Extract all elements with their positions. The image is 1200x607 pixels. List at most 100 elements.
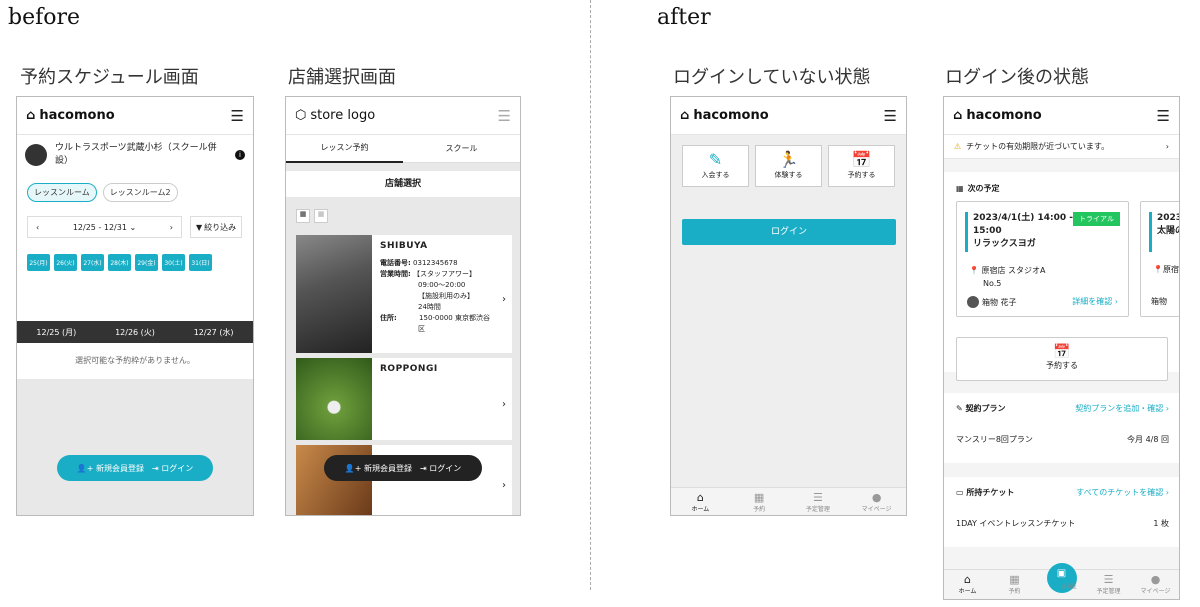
pencil-icon: ✎ (708, 150, 723, 169)
schedule-panel: レッスンルーム レッスンルーム2 ‹ 12/25 - 12/31 ⌄ › ▼ 絞り… (17, 175, 253, 335)
before-label: before (8, 5, 81, 30)
nav-schedule[interactable]: ☰ 予定管理 (795, 491, 840, 513)
date-controls: ‹ 12/25 - 12/31 ⌄ › ▼ 絞り込み (27, 216, 243, 238)
header: ⌂ hacomono ☰ (17, 97, 253, 135)
nav-schedule[interactable]: ☰ 予定管理 (1086, 573, 1131, 595)
store-image (296, 235, 372, 353)
logo-icon: ⌂ (680, 108, 690, 123)
running-icon: 🏃 (778, 150, 799, 169)
chevron-left-icon[interactable]: ‹ (36, 223, 39, 232)
nav-mypage[interactable]: ● マイページ (854, 491, 899, 513)
grid-view-icon[interactable]: ▦ (314, 209, 328, 223)
store-logo: ⬡ store logo (295, 108, 376, 123)
logo: ⌂ hacomono (26, 108, 115, 123)
filter-icon: ▼ (196, 222, 203, 232)
add-user-icon: 👤+ (344, 463, 362, 473)
tabs: レッスン予約 スクール (286, 135, 520, 163)
chevron-right-icon: › (502, 480, 506, 491)
tab-lesson[interactable]: レッスン予約 (286, 135, 403, 163)
event-card[interactable]: 2023太陽の 📍原宿 箱物 (1140, 201, 1179, 317)
day-button[interactable]: 30(土) (162, 254, 185, 271)
room-tabs: レッスンルーム レッスンルーム2 (27, 183, 243, 202)
chevron-right-icon: › (1165, 142, 1169, 151)
logo: ⌂ hacomono (953, 108, 1042, 123)
login-icon: ⇥ (419, 463, 427, 473)
phone-logged-in: ⌂ hacomono ☰ ⚠ チケットの有効期限が近づいています。 › ▦ 次の予定… (943, 96, 1180, 600)
nav-reserve[interactable]: ▦ 予約 (737, 491, 782, 513)
day-button[interactable]: 27(水) (81, 254, 104, 271)
reserve-button[interactable]: 📅 予約する (956, 337, 1168, 381)
home-icon: ⌂ (696, 491, 704, 504)
studio-name: ウルトラスポーツ武蔵小杉（スクール併設） (55, 143, 217, 166)
info-icon[interactable]: i (235, 150, 245, 160)
floating-actions: 👤+ 新規会員登録 ⇥ ログイン (57, 455, 213, 481)
nav-home[interactable]: ⌂ ホーム (945, 573, 990, 595)
login-button[interactable]: ログイン (682, 219, 896, 245)
date-range[interactable]: ‹ 12/25 - 12/31 ⌄ › (27, 216, 182, 238)
header: ⌂ hacomono ☰ (944, 97, 1179, 135)
reserve-tile[interactable]: 📅 予約する (828, 145, 895, 187)
menu-icon[interactable]: ☰ (884, 107, 897, 125)
join-tile[interactable]: ✎ 入会する (682, 145, 749, 187)
user-icon: ● (871, 491, 882, 504)
store-card[interactable]: ROPPONGI › (296, 358, 512, 440)
chevron-right-icon[interactable]: › (170, 223, 173, 232)
store-card[interactable]: SHIBUYA 電話番号: 0312345678 営業時間: 【スタッフアワー】… (296, 235, 512, 353)
plan-section: ✎ 契約プラン 契約プランを追加・確認 › マンスリー8回プラン 今月 4/8 回 (944, 393, 1179, 463)
bottom-nav: ⌂ ホーム ▦ 予約 ▣ 会員証 ☰ 予定管理 ● マイページ (944, 563, 1179, 599)
pen-icon: ✎ (956, 404, 963, 413)
login-icon: ⇥ (151, 463, 159, 473)
day-buttons: 25(月) 26(火) 27(水) 28(木) 29(金) 30(土) 31(日… (27, 254, 243, 271)
menu-icon[interactable]: ☰ (1157, 107, 1170, 125)
avatar (25, 144, 47, 166)
day-button[interactable]: 28(木) (108, 254, 131, 271)
menu-icon[interactable]: ☰ (498, 107, 511, 125)
filter-button[interactable]: ▼ 絞り込み (190, 216, 243, 238)
calendar-check-icon: 📅 (851, 150, 872, 169)
phone-store-select: ⬡ store logo ☰ レッスン予約 スクール 店舗選択 ▦ ▦ SHIBU… (285, 96, 521, 516)
add-user-icon: 👤+ (76, 463, 94, 473)
tab-school[interactable]: スクール (403, 136, 520, 163)
bottom-nav: ⌂ ホーム ▦ 予約 ☰ 予定管理 ● マイページ (671, 487, 906, 515)
register-button[interactable]: 👤+ 新規会員登録 (345, 463, 412, 474)
divider (590, 0, 591, 590)
ticket-link[interactable]: すべてのチケットを確認 › (1076, 487, 1169, 498)
header: ⌂ hacomono ☰ (671, 97, 906, 135)
nav-home[interactable]: ⌂ ホーム (678, 491, 723, 513)
avatar (967, 296, 979, 308)
studio-bar: ウルトラスポーツ武蔵小杉（スクール併設） i (17, 135, 253, 175)
plan-link[interactable]: 契約プランを追加・確認 › (1075, 403, 1169, 414)
register-button[interactable]: 👤+ 新規会員登録 (77, 463, 144, 474)
ticket-section: ▭ 所持チケット すべてのチケットを確認 › 1DAY イベントレッスンチケット 1… (944, 477, 1179, 547)
hexagon-icon: ⬡ (295, 108, 307, 123)
ticket-notice[interactable]: ⚠ チケットの有効期限が近づいています。 › (944, 135, 1179, 159)
room-tab-1[interactable]: レッスンルーム (27, 183, 97, 202)
day-columns: 12/25 (月) 12/26 (火) 12/27 (水) (17, 321, 253, 343)
day-button[interactable]: 31(日) (189, 254, 212, 271)
floating-actions: 👤+ 新規会員登録 ⇥ ログイン (324, 455, 482, 481)
room-tab-2[interactable]: レッスンルーム2 (102, 183, 178, 202)
detail-link[interactable]: 詳細を確認 › (1072, 296, 1118, 307)
trial-tile[interactable]: 🏃 体験する (755, 145, 822, 187)
login-button[interactable]: ⇥ ログイン (152, 463, 193, 474)
section-title-schedule: 予約スケジュール画面 (20, 67, 199, 88)
day-button[interactable]: 25(月) (27, 254, 50, 271)
phone-schedule: ⌂ hacomono ☰ ウルトラスポーツ武蔵小杉（スクール併設） i レッスンル… (16, 96, 254, 516)
calendar-icon: ▦ (956, 184, 964, 193)
day-button[interactable]: 29(金) (135, 254, 158, 271)
nav-mypage[interactable]: ● マイページ (1133, 573, 1178, 595)
menu-icon[interactable]: ☰ (231, 107, 244, 125)
ticket-title: ▭ 所持チケット (956, 488, 1015, 497)
list-view-icon[interactable]: ▦ (296, 209, 310, 223)
nav-reserve[interactable]: ▦ 予約 (992, 573, 1037, 595)
chevron-right-icon: › (502, 294, 506, 305)
calendar-icon: ▦ (1009, 573, 1020, 586)
nav-member-card[interactable]: ▣ 会員証 (1039, 563, 1084, 593)
event-card[interactable]: 2023/4/1(土) 14:00 - 15:00 リラックスヨガ トライアル 📍… (956, 201, 1129, 317)
day-button[interactable]: 26(火) (54, 254, 77, 271)
user-icon: ● (1150, 573, 1161, 586)
chevron-right-icon: › (502, 399, 506, 410)
login-button[interactable]: ⇥ ログイン (420, 463, 461, 474)
pin-icon: 📍 (1153, 265, 1163, 274)
pin-icon: 📍 (969, 266, 979, 275)
